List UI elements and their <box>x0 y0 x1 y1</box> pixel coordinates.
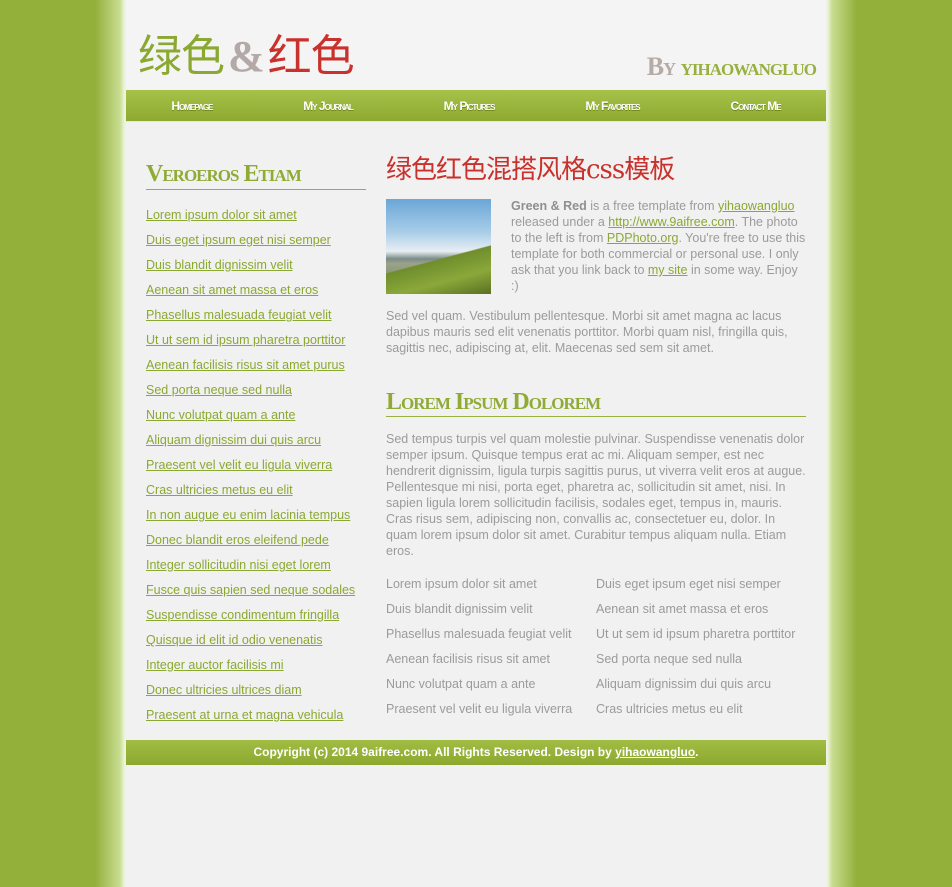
sidebar-link[interactable]: Fusce quis sapien sed neque sodales <box>146 583 355 597</box>
nav-my-journal[interactable]: My Journal <box>303 99 354 113</box>
list-item: Praesent at urna et magna vehicula <box>146 707 366 732</box>
sidebar-link[interactable]: Suspendisse condimentum fringilla <box>146 608 339 622</box>
footer-end: . <box>695 745 699 759</box>
list-item: Integer sollicitudin nisi eget lorem <box>146 557 366 582</box>
sidebar-link[interactable]: Praesent at urna et magna vehicula <box>146 708 343 722</box>
nav-contact-me[interactable]: Contact Me <box>730 99 781 113</box>
section-title: Lorem Ipsum Dolorem <box>386 388 806 417</box>
list-item: Suspendisse condimentum fringilla <box>146 607 366 632</box>
footer: Copyright (c) 2014 9aifree.com. All Righ… <box>126 740 826 765</box>
sidebar-link[interactable]: Donec blandit eros eleifend pede <box>146 533 329 547</box>
main-nav: Homepage My Journal My Pictures My Favor… <box>126 90 826 122</box>
sidebar-link-list: Lorem ipsum dolor sit amet Duis eget ips… <box>146 207 366 732</box>
sidebar-link[interactable]: Nunc volutpat quam a ante <box>146 408 295 422</box>
sidebar-link[interactable]: Aenean facilisis risus sit amet purus <box>146 358 345 372</box>
sidebar-link[interactable]: Integer sollicitudin nisi eget lorem <box>146 558 331 572</box>
logo-ampersand: & <box>228 32 265 81</box>
list-item: Quisque id elit id odio venenatis <box>146 632 366 657</box>
list-item: Duis eget ipsum eget nisi semper <box>596 577 781 591</box>
list-item: Lorem ipsum dolor sit amet <box>386 577 537 591</box>
nav-homepage[interactable]: Homepage <box>171 99 213 113</box>
list-item: Cras ultricies metus eu elit <box>146 482 366 507</box>
intro-block: Green & Red is a free template from yiha… <box>386 199 806 294</box>
sidebar-title: Veroeros Etiam <box>146 160 366 190</box>
list-item: Fusce quis sapien sed neque sodales <box>146 582 366 607</box>
list-item: Sed porta neque sed nulla <box>596 652 742 666</box>
body-paragraph-1: Sed vel quam. Vestibulum pellentesque. M… <box>386 309 788 355</box>
list-item: Duis eget ipsum eget nisi semper <box>146 232 366 257</box>
sidebar-link[interactable]: Cras ultricies metus eu elit <box>146 483 293 497</box>
list-item: Aliquam dignissim dui quis arcu <box>146 432 366 457</box>
sidebar-link[interactable]: Aliquam dignissim dui quis arcu <box>146 433 321 447</box>
main-content: 绿色红色混搭风格css模板 Green & Red is a free temp… <box>386 150 806 726</box>
list-item: Duis blandit dignissim velit <box>386 602 533 616</box>
list-item: Praesent vel velit eu ligula viverra <box>386 702 573 716</box>
list-item: Nunc volutpat quam a ante <box>146 407 366 432</box>
nav-my-pictures[interactable]: My Pictures <box>444 99 496 113</box>
column-left: Lorem ipsum dolor sit amet Duis blandit … <box>386 576 596 726</box>
list-item: Ut ut sem id ipsum pharetra porttitor <box>146 332 366 357</box>
footer-designer-link[interactable]: yihaowangluo <box>615 745 695 759</box>
list-item: Donec blandit eros eleifend pede <box>146 532 366 557</box>
landscape-photo <box>386 199 491 294</box>
page-title: 绿色红色混搭风格css模板 <box>386 155 675 185</box>
list-item: Phasellus malesuada feugiat velit <box>386 627 572 641</box>
list-item: Cras ultricies metus eu elit <box>596 702 743 716</box>
sidebar-link[interactable]: Ut ut sem id ipsum pharetra porttitor <box>146 333 345 347</box>
sidebar-link[interactable]: Aenean sit amet massa et eros <box>146 283 318 297</box>
intro-text: released under a <box>511 215 609 229</box>
sidebar-link[interactable]: Integer auctor facilisis mi <box>146 658 284 672</box>
list-item: Praesent vel velit eu ligula viverra <box>146 457 366 482</box>
logo-green-text: 绿色 <box>138 31 225 82</box>
nav-my-favorites[interactable]: My Favorites <box>585 99 640 113</box>
intro-link-photo[interactable]: PDPhoto.org <box>607 231 679 245</box>
page-container: 绿色&红色 By yihaowangluo Homepage My Journa… <box>126 0 826 887</box>
sidebar-link[interactable]: Praesent vel velit eu ligula viverra <box>146 458 332 472</box>
footer-copyright: Copyright (c) 2014 9aifree.com. All Righ… <box>253 745 616 759</box>
intro-link-author[interactable]: yihaowangluo <box>718 199 794 213</box>
sidebar-link[interactable]: Phasellus malesuada feugiat velit <box>146 308 332 322</box>
list-item: Sed porta neque sed nulla <box>146 382 366 407</box>
list-item: Aliquam dignissim dui quis arcu <box>596 677 772 691</box>
header: 绿色&红色 By yihaowangluo <box>126 0 826 90</box>
list-item: Lorem ipsum dolor sit amet <box>146 207 366 232</box>
list-item: Aenean sit amet massa et eros <box>146 282 366 307</box>
sidebar-link[interactable]: In non augue eu enim lacinia tempus <box>146 508 350 522</box>
list-item: Aenean facilisis risus sit amet purus <box>146 357 366 382</box>
intro-text: is a free template from <box>586 199 719 213</box>
column-right: Duis eget ipsum eget nisi semper Aenean … <box>596 576 806 726</box>
list-item: Donec ultricies ultrices diam <box>146 682 366 707</box>
list-item: In non augue eu enim lacinia tempus <box>146 507 366 532</box>
list-item: Duis blandit dignissim velit <box>146 257 366 282</box>
two-column-list: Lorem ipsum dolor sit amet Duis blandit … <box>386 576 806 726</box>
list-item: Nunc volutpat quam a ante <box>386 677 536 691</box>
logo-red-text: 红色 <box>267 31 355 82</box>
list-item: Aenean facilisis risus sit amet <box>386 652 550 666</box>
body-paragraph-2: Sed tempus turpis vel quam molestie pulv… <box>386 432 806 558</box>
byline: By yihaowangluo <box>646 52 817 82</box>
sidebar-link[interactable]: Duis blandit dignissim velit <box>146 258 293 272</box>
byline-by: By <box>646 52 676 81</box>
byline-name: yihaowangluo <box>680 55 817 81</box>
sidebar-link[interactable]: Quisque id elit id odio venenatis <box>146 633 323 647</box>
list-item: Ut ut sem id ipsum pharetra porttitor <box>596 627 796 641</box>
sidebar-link[interactable]: Donec ultricies ultrices diam <box>146 683 302 697</box>
list-item: Phasellus malesuada feugiat velit <box>146 307 366 332</box>
list-item: Integer auctor facilisis mi <box>146 657 366 682</box>
site-logo[interactable]: 绿色&红色 <box>138 31 355 82</box>
list-item: Aenean sit amet massa et eros <box>596 602 769 616</box>
intro-link-license[interactable]: http://www.9aifree.com <box>608 215 734 229</box>
sidebar-link[interactable]: Sed porta neque sed nulla <box>146 383 292 397</box>
intro-bold: Green & Red <box>511 199 587 213</box>
sidebar: Veroeros Etiam Lorem ipsum dolor sit ame… <box>146 160 366 732</box>
intro-paragraph: Green & Red is a free template from yiha… <box>511 198 806 294</box>
sidebar-link[interactable]: Duis eget ipsum eget nisi semper <box>146 233 331 247</box>
sidebar-link[interactable]: Lorem ipsum dolor sit amet <box>146 208 297 222</box>
intro-link-site[interactable]: my site <box>648 263 688 277</box>
